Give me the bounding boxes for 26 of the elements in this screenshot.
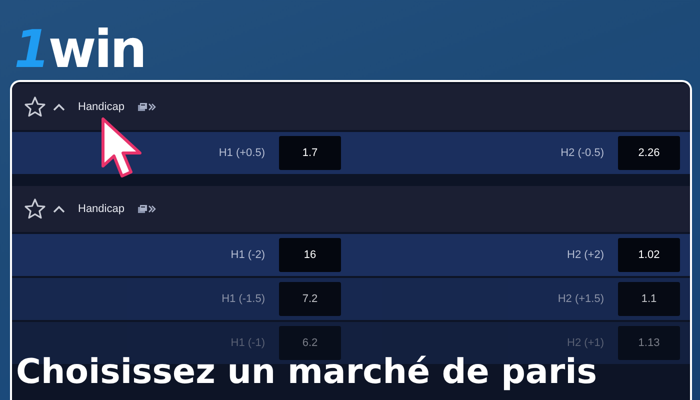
odds-button[interactable]: 16	[279, 238, 341, 272]
outcome-label: H2 (+1)	[567, 337, 604, 349]
outcome-label: H2 (-0.5)	[560, 147, 604, 159]
odds-button[interactable]: 7.2	[279, 282, 341, 316]
outcome-label: H1 (-1.5)	[222, 293, 265, 305]
odds-button[interactable]: 1.13	[618, 326, 680, 360]
chevron-icon[interactable]	[52, 204, 66, 214]
outcome-label: H1 (-2)	[230, 249, 265, 261]
logo-mark: 1	[14, 24, 48, 76]
outcome-label: H1 (+0.5)	[218, 147, 265, 159]
odds-button[interactable]: 1.7	[279, 136, 341, 170]
market-title: Handicap	[78, 101, 124, 113]
star-icon[interactable]	[24, 96, 46, 118]
stats-icon[interactable]	[138, 204, 156, 214]
logo-text: win	[48, 24, 146, 76]
odds-button[interactable]: 1.02	[618, 238, 680, 272]
odds-button[interactable]: 6.2	[279, 326, 341, 360]
outcome-label: H2 (+1.5)	[558, 293, 604, 305]
market-title: Handicap	[78, 203, 124, 215]
star-icon[interactable]	[24, 198, 46, 220]
outcome-label: H2 (+2)	[567, 249, 604, 261]
chevron-icon[interactable]	[52, 102, 66, 112]
stats-icon[interactable]	[138, 102, 156, 112]
odds-button[interactable]: 2.26	[618, 136, 680, 170]
outcome-label: H1 (-1)	[230, 337, 265, 349]
odds-button[interactable]: 1.1	[618, 282, 680, 316]
